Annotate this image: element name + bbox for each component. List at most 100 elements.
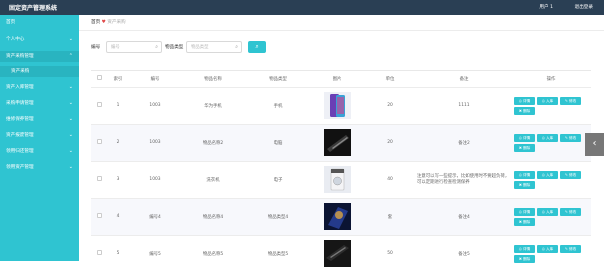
- cell-code: 编号5: [129, 235, 181, 270]
- cell-type: 物品类型5: [245, 235, 311, 270]
- chevron-down-icon: ⌄: [68, 36, 73, 42]
- search-icon: ⌕: [155, 44, 158, 50]
- product-image: [323, 203, 351, 230]
- sidebar-item-label: 领用资产管理: [6, 165, 34, 170]
- cell-actions: ◎ 详情 ◎ 入库 ✎ 修改 ✖ 删除: [511, 198, 591, 236]
- cell-index: 1: [107, 87, 129, 125]
- cell-image: [311, 124, 363, 162]
- inbound-button[interactable]: ◎ 入库: [537, 96, 558, 105]
- inbound-button[interactable]: ◎ 入库: [537, 170, 558, 179]
- chevron-left-icon: ‹: [592, 138, 597, 149]
- column-header: 单位: [363, 71, 417, 88]
- cell-name: 物品名称5: [181, 235, 245, 270]
- table-row[interactable]: 5 编号5 物品名称5 物品类型5 50 备注5 ◎ 详情 ◎ 入库 ✎ 修改 ✖ 删除: [91, 235, 591, 270]
- breadcrumb-current: 资产采购: [107, 20, 126, 25]
- inbound-button[interactable]: ◎ 入库: [537, 207, 558, 216]
- table-row[interactable]: 2 1003 物品名称2 电脑 20 备注2 ◎ 详情 ◎ 入库 ✎ 修改 ✖ 删除: [91, 124, 591, 162]
- cell-type: 物品类型4: [245, 198, 311, 236]
- cell-code: 1003: [129, 124, 181, 162]
- cell-code: 编号4: [129, 198, 181, 236]
- breadcrumb-home[interactable]: 首页: [91, 20, 100, 25]
- sidebar-item-asset-scrap-mgmt[interactable]: 资产报废管理 ⌄: [0, 130, 79, 141]
- sidebar-item-asset-purchase-mgmt[interactable]: 资产采购管理 ⌃: [0, 51, 79, 62]
- column-header: 物品名称: [181, 71, 245, 88]
- cell-type: 手机: [245, 87, 311, 125]
- product-image: [323, 240, 351, 267]
- delete-button[interactable]: ✖ 删除: [514, 180, 535, 189]
- collapse-panel-tab[interactable]: ‹: [585, 133, 604, 156]
- sidebar-item-label: 资产采购: [11, 69, 30, 74]
- cell-unit: 套: [363, 198, 417, 236]
- table-row[interactable]: 3 1003 洗衣机 电子 40 注意可以写一些提示，比如使用时不要超负荷，可以定期进行检…: [91, 161, 591, 199]
- product-image: [323, 92, 351, 119]
- current-user[interactable]: 用户 1: [539, 4, 553, 10]
- sidebar-item-asset-purchase[interactable]: 资产采购: [0, 66, 79, 77]
- edit-button[interactable]: ✎ 修改: [560, 96, 581, 105]
- search-icon: ⌕: [235, 44, 238, 50]
- sidebar-item-label: 首页: [6, 20, 16, 25]
- cell-unit: 40: [363, 161, 417, 199]
- chevron-down-icon: ⌄: [68, 84, 73, 90]
- table-row[interactable]: 1 1003 华为手机 手机 20 1111 ◎ 详情 ◎ 入库 ✎ 修改 ✖ 删除: [91, 87, 591, 125]
- edit-button[interactable]: ✎ 修改: [560, 170, 581, 179]
- cell-actions: ◎ 详情 ◎ 入库 ✎ 修改 ✖ 删除: [511, 87, 591, 125]
- sidebar-item-asset-inbound-mgmt[interactable]: 资产入库管理 ⌄: [0, 82, 79, 93]
- sidebar-item-borrow-return-mgmt[interactable]: 领用归还管理 ⌄: [0, 146, 79, 157]
- column-header: 索引: [107, 71, 129, 88]
- cell-name: 物品名称4: [181, 198, 245, 236]
- detail-button[interactable]: ◎ 详情: [514, 207, 535, 216]
- sidebar-item-label: 资产入库管理: [6, 85, 34, 90]
- column-header: 备注: [417, 71, 511, 88]
- inbound-button[interactable]: ◎ 入库: [537, 133, 558, 142]
- detail-button[interactable]: ◎ 详情: [514, 244, 535, 253]
- edit-button[interactable]: ✎ 修改: [560, 133, 581, 142]
- code-search-input[interactable]: 编号 ⌕: [106, 41, 162, 53]
- heart-icon: ♥: [101, 20, 106, 25]
- table-row[interactable]: 4 编号4 物品名称4 物品类型4 套备注4 ◎ 详情 ◎ 入库 ✎ 修改 ✖ 删除: [91, 198, 591, 236]
- search-button[interactable]: ⌕: [248, 41, 266, 53]
- row-checkbox[interactable]: [91, 87, 107, 125]
- sidebar-item-borrowed-asset-mgmt[interactable]: 领用资产管理 ⌄: [0, 162, 79, 173]
- cell-type: 电子: [245, 161, 311, 199]
- table-header-row: 索引 编号 物品名称 物品类型 图片 单位 备注 操作: [91, 71, 591, 88]
- detail-button[interactable]: ◎ 详情: [514, 170, 535, 179]
- cell-image: [311, 235, 363, 270]
- row-checkbox[interactable]: [91, 235, 107, 270]
- delete-button[interactable]: ✖ 删除: [514, 143, 535, 152]
- chevron-down-icon: ⌄: [68, 100, 73, 106]
- sidebar: 首页 个人中心 ⌄ 资产采购管理 ⌃ 资产采购 资产入库管理 ⌄ 采购申请管理 ⌄ 维修…: [0, 15, 79, 261]
- sidebar-item-label: 维修保养管理: [6, 117, 34, 122]
- sidebar-item-maintenance-mgmt[interactable]: 维修保养管理 ⌄: [0, 114, 79, 125]
- sidebar-item-personal-center[interactable]: 个人中心 ⌄: [0, 34, 79, 45]
- type-placeholder: 物品类型: [191, 45, 209, 50]
- delete-button[interactable]: ✖ 删除: [514, 106, 535, 115]
- type-search-input[interactable]: 物品类型 ⌕: [186, 41, 242, 53]
- inbound-button[interactable]: ◎ 入库: [537, 244, 558, 253]
- asset-table: 索引 编号 物品名称 物品类型 图片 单位 备注 操作 1 1003 华为手机 手机 2…: [91, 70, 591, 270]
- row-checkbox[interactable]: [91, 124, 107, 162]
- row-checkbox[interactable]: [91, 161, 107, 199]
- cell-index: 3: [107, 161, 129, 199]
- sidebar-item-home[interactable]: 首页: [0, 17, 79, 28]
- chevron-down-icon: ⌄: [68, 148, 73, 154]
- detail-button[interactable]: ◎ 详情: [514, 133, 535, 142]
- cell-code: 1003: [129, 87, 181, 125]
- edit-button[interactable]: ✎ 修改: [560, 244, 581, 253]
- sidebar-item-purchase-request-mgmt[interactable]: 采购申请管理 ⌄: [0, 98, 79, 109]
- delete-button[interactable]: ✖ 删除: [514, 217, 535, 226]
- cell-image: [311, 161, 363, 199]
- sidebar-item-label: 采购申请管理: [6, 101, 34, 106]
- cell-actions: ◎ 详情 ◎ 入库 ✎ 修改 ✖ 删除: [511, 161, 591, 199]
- detail-button[interactable]: ◎ 详情: [514, 96, 535, 105]
- logout-link[interactable]: 退出登录: [575, 4, 593, 10]
- cell-type: 电脑: [245, 124, 311, 162]
- search-icon: ⌕: [255, 43, 259, 50]
- row-checkbox[interactable]: [91, 198, 107, 236]
- cell-unit: 20: [363, 124, 417, 162]
- cell-note: 备注2: [417, 124, 511, 162]
- cell-name: 华为手机: [181, 87, 245, 125]
- cell-note: 备注4: [417, 198, 511, 236]
- edit-button[interactable]: ✎ 修改: [560, 207, 581, 216]
- delete-button[interactable]: ✖ 删除: [514, 254, 535, 263]
- select-all-checkbox[interactable]: [91, 71, 107, 88]
